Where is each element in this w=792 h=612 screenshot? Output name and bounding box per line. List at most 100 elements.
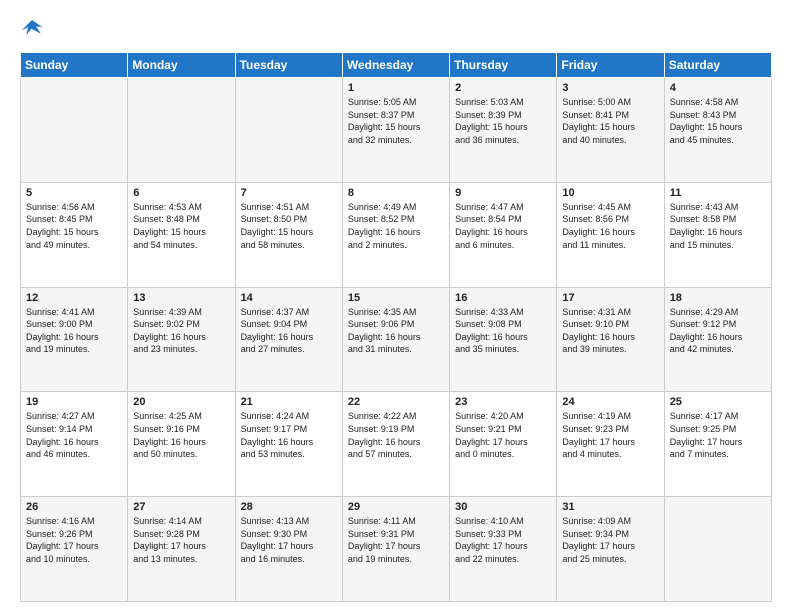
calendar-cell: 10 Sunrise: 4:45 AM Sunset: 8:56 PM Dayli… — [557, 182, 664, 287]
day-number: 4 — [670, 82, 766, 94]
calendar-cell: 7Sunrise: 4:51 AM Sunset: 8:50 PM Daylig… — [235, 182, 342, 287]
calendar-cell: 2 Sunrise: 5:03 AM Sunset: 8:39 PM Daylig… — [450, 78, 557, 183]
day-info: Sunrise: 4:17 AM Sunset: 9:25 PM Dayligh… — [670, 410, 766, 460]
day-number: 28 — [241, 501, 337, 513]
day-number: 9 — [455, 187, 551, 199]
calendar-cell — [21, 78, 128, 183]
calendar-cell — [664, 497, 771, 602]
day-info: Sunrise: 4:31 AM Sunset: 9:10 PM Dayligh… — [562, 306, 658, 356]
page: Sunday Monday Tuesday Wednesday Thursday… — [0, 0, 792, 612]
calendar-cell: 24Sunrise: 4:19 AM Sunset: 9:23 PM Dayli… — [557, 392, 664, 497]
calendar-cell: 28 Sunrise: 4:13 AM Sunset: 9:30 PM Dayli… — [235, 497, 342, 602]
day-info: Sunrise: 4:35 AM Sunset: 9:06 PM Dayligh… — [348, 306, 444, 356]
day-number: 3 — [562, 82, 658, 94]
day-info: Sunrise: 5:03 AM Sunset: 8:39 PM Dayligh… — [455, 96, 551, 146]
logo-bird-icon — [20, 16, 44, 40]
day-info: Sunrise: 4:41 AM Sunset: 9:00 PM Dayligh… — [26, 306, 122, 356]
day-number: 10 — [562, 187, 658, 199]
day-number: 31 — [562, 501, 658, 513]
calendar-cell: 16 Sunrise: 4:33 AM Sunset: 9:08 PM Dayli… — [450, 287, 557, 392]
day-info: Sunrise: 4:39 AM Sunset: 9:02 PM Dayligh… — [133, 306, 229, 356]
day-number: 8 — [348, 187, 444, 199]
logo — [20, 16, 48, 40]
calendar-cell: 21 Sunrise: 4:24 AM Sunset: 9:17 PM Dayli… — [235, 392, 342, 497]
day-info: Sunrise: 4:27 AM Sunset: 9:14 PM Dayligh… — [26, 410, 122, 460]
calendar-week-row: 26Sunrise: 4:16 AM Sunset: 9:26 PM Dayli… — [21, 497, 772, 602]
day-number: 15 — [348, 292, 444, 304]
col-thursday: Thursday — [450, 53, 557, 78]
col-tuesday: Tuesday — [235, 53, 342, 78]
day-info: Sunrise: 4:19 AM Sunset: 9:23 PM Dayligh… — [562, 410, 658, 460]
day-info: Sunrise: 5:05 AM Sunset: 8:37 PM Dayligh… — [348, 96, 444, 146]
day-info: Sunrise: 4:45 AM Sunset: 8:56 PM Dayligh… — [562, 201, 658, 251]
calendar-cell: 6Sunrise: 4:53 AM Sunset: 8:48 PM Daylig… — [128, 182, 235, 287]
day-info: Sunrise: 5:00 AM Sunset: 8:41 PM Dayligh… — [562, 96, 658, 146]
day-info: Sunrise: 4:20 AM Sunset: 9:21 PM Dayligh… — [455, 410, 551, 460]
day-number: 20 — [133, 396, 229, 408]
col-wednesday: Wednesday — [342, 53, 449, 78]
day-number: 23 — [455, 396, 551, 408]
calendar-week-row: 5 Sunrise: 4:56 AM Sunset: 8:45 PM Daylig… — [21, 182, 772, 287]
day-info: Sunrise: 4:33 AM Sunset: 9:08 PM Dayligh… — [455, 306, 551, 356]
header — [20, 16, 772, 40]
day-info: Sunrise: 4:47 AM Sunset: 8:54 PM Dayligh… — [455, 201, 551, 251]
calendar-cell: 13 Sunrise: 4:39 AM Sunset: 9:02 PM Dayli… — [128, 287, 235, 392]
day-number: 17 — [562, 292, 658, 304]
day-info: Sunrise: 4:24 AM Sunset: 9:17 PM Dayligh… — [241, 410, 337, 460]
calendar-cell: 15 Sunrise: 4:35 AM Sunset: 9:06 PM Dayli… — [342, 287, 449, 392]
day-info: Sunrise: 4:14 AM Sunset: 9:28 PM Dayligh… — [133, 515, 229, 565]
calendar-week-row: 19 Sunrise: 4:27 AM Sunset: 9:14 PM Dayli… — [21, 392, 772, 497]
calendar-cell: 31 Sunrise: 4:09 AM Sunset: 9:34 PM Dayli… — [557, 497, 664, 602]
day-number: 16 — [455, 292, 551, 304]
col-friday: Friday — [557, 53, 664, 78]
day-info: Sunrise: 4:22 AM Sunset: 9:19 PM Dayligh… — [348, 410, 444, 460]
day-number: 18 — [670, 292, 766, 304]
calendar-cell: 22Sunrise: 4:22 AM Sunset: 9:19 PM Dayli… — [342, 392, 449, 497]
day-number: 2 — [455, 82, 551, 94]
calendar-cell: 3 Sunrise: 5:00 AM Sunset: 8:41 PM Daylig… — [557, 78, 664, 183]
day-number: 1 — [348, 82, 444, 94]
calendar-cell: 14Sunrise: 4:37 AM Sunset: 9:04 PM Dayli… — [235, 287, 342, 392]
calendar-week-row: 1 Sunrise: 5:05 AM Sunset: 8:37 PM Daylig… — [21, 78, 772, 183]
day-info: Sunrise: 4:56 AM Sunset: 8:45 PM Dayligh… — [26, 201, 122, 251]
calendar-cell — [128, 78, 235, 183]
day-number: 5 — [26, 187, 122, 199]
calendar-cell: 12Sunrise: 4:41 AM Sunset: 9:00 PM Dayli… — [21, 287, 128, 392]
day-info: Sunrise: 4:58 AM Sunset: 8:43 PM Dayligh… — [670, 96, 766, 146]
day-info: Sunrise: 4:49 AM Sunset: 8:52 PM Dayligh… — [348, 201, 444, 251]
calendar-table: Sunday Monday Tuesday Wednesday Thursday… — [20, 52, 772, 602]
calendar-cell: 9 Sunrise: 4:47 AM Sunset: 8:54 PM Daylig… — [450, 182, 557, 287]
calendar-cell: 26Sunrise: 4:16 AM Sunset: 9:26 PM Dayli… — [21, 497, 128, 602]
day-info: Sunrise: 4:43 AM Sunset: 8:58 PM Dayligh… — [670, 201, 766, 251]
day-info: Sunrise: 4:13 AM Sunset: 9:30 PM Dayligh… — [241, 515, 337, 565]
calendar-cell: 5 Sunrise: 4:56 AM Sunset: 8:45 PM Daylig… — [21, 182, 128, 287]
calendar-cell: 30Sunrise: 4:10 AM Sunset: 9:33 PM Dayli… — [450, 497, 557, 602]
day-number: 13 — [133, 292, 229, 304]
calendar-week-row: 12Sunrise: 4:41 AM Sunset: 9:00 PM Dayli… — [21, 287, 772, 392]
calendar-cell: 27Sunrise: 4:14 AM Sunset: 9:28 PM Dayli… — [128, 497, 235, 602]
day-number: 19 — [26, 396, 122, 408]
day-info: Sunrise: 4:10 AM Sunset: 9:33 PM Dayligh… — [455, 515, 551, 565]
calendar-cell: 1 Sunrise: 5:05 AM Sunset: 8:37 PM Daylig… — [342, 78, 449, 183]
calendar-cell: 8 Sunrise: 4:49 AM Sunset: 8:52 PM Daylig… — [342, 182, 449, 287]
calendar-cell: 23 Sunrise: 4:20 AM Sunset: 9:21 PM Dayli… — [450, 392, 557, 497]
calendar-cell: 19 Sunrise: 4:27 AM Sunset: 9:14 PM Dayli… — [21, 392, 128, 497]
day-info: Sunrise: 4:51 AM Sunset: 8:50 PM Dayligh… — [241, 201, 337, 251]
calendar-cell — [235, 78, 342, 183]
col-sunday: Sunday — [21, 53, 128, 78]
day-number: 29 — [348, 501, 444, 513]
calendar-cell: 4 Sunrise: 4:58 AM Sunset: 8:43 PM Daylig… — [664, 78, 771, 183]
calendar-cell: 18Sunrise: 4:29 AM Sunset: 9:12 PM Dayli… — [664, 287, 771, 392]
day-info: Sunrise: 4:09 AM Sunset: 9:34 PM Dayligh… — [562, 515, 658, 565]
day-number: 21 — [241, 396, 337, 408]
day-info: Sunrise: 4:53 AM Sunset: 8:48 PM Dayligh… — [133, 201, 229, 251]
day-info: Sunrise: 4:11 AM Sunset: 9:31 PM Dayligh… — [348, 515, 444, 565]
calendar-cell: 20 Sunrise: 4:25 AM Sunset: 9:16 PM Dayli… — [128, 392, 235, 497]
calendar-cell: 11 Sunrise: 4:43 AM Sunset: 8:58 PM Dayli… — [664, 182, 771, 287]
calendar-header-row: Sunday Monday Tuesday Wednesday Thursday… — [21, 53, 772, 78]
col-saturday: Saturday — [664, 53, 771, 78]
day-info: Sunrise: 4:37 AM Sunset: 9:04 PM Dayligh… — [241, 306, 337, 356]
day-info: Sunrise: 4:25 AM Sunset: 9:16 PM Dayligh… — [133, 410, 229, 460]
day-number: 11 — [670, 187, 766, 199]
calendar-cell: 17 Sunrise: 4:31 AM Sunset: 9:10 PM Dayli… — [557, 287, 664, 392]
